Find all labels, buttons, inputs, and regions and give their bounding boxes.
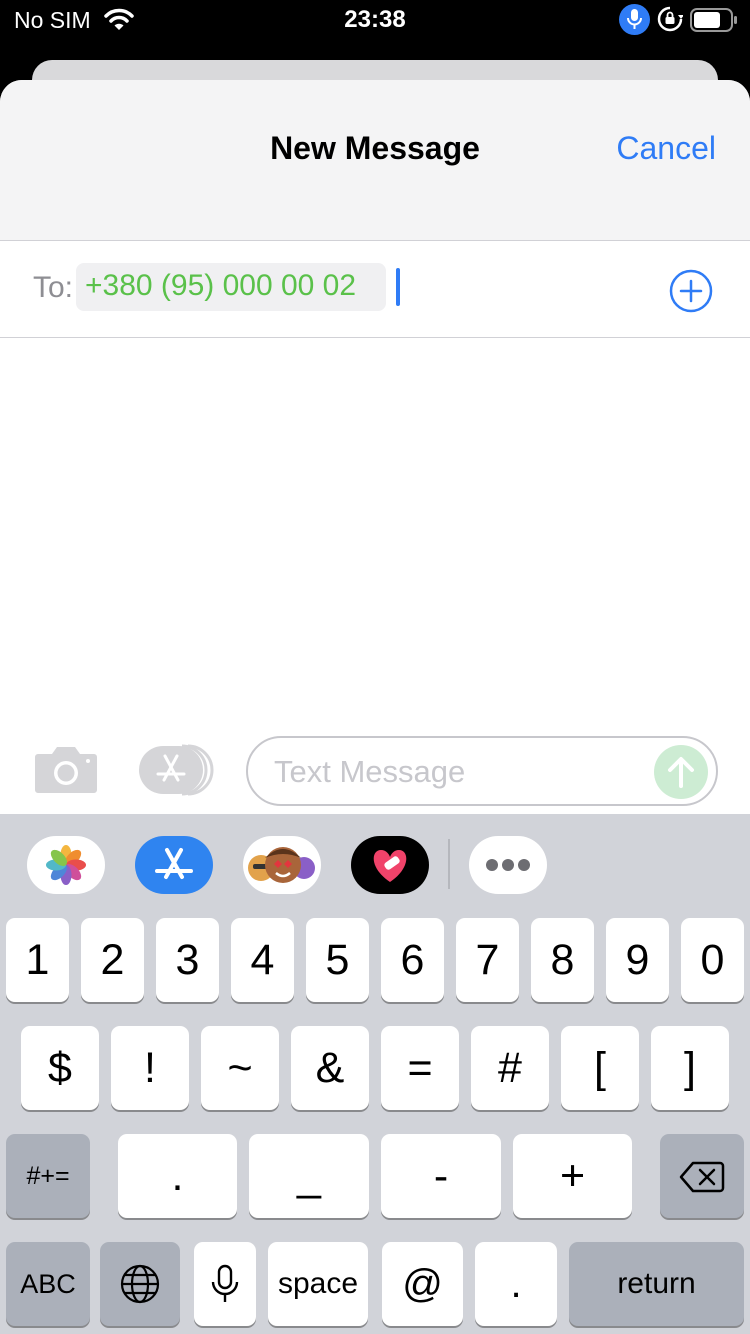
key-4[interactable]: 4 xyxy=(231,918,294,1002)
arrow-up-icon xyxy=(668,757,694,788)
key-equals[interactable]: = xyxy=(381,1026,459,1110)
message-placeholder: Text Message xyxy=(274,754,466,789)
globe-icon xyxy=(120,1264,160,1304)
key-plus[interactable]: + xyxy=(513,1134,632,1218)
key-5[interactable]: 5 xyxy=(306,918,369,1002)
key-dollar[interactable]: $ xyxy=(21,1026,99,1110)
send-button[interactable] xyxy=(654,745,708,799)
app-store-icon[interactable] xyxy=(135,836,213,894)
key-period[interactable]: . xyxy=(118,1134,237,1218)
key-2[interactable]: 2 xyxy=(81,918,144,1002)
abc-key[interactable]: ABC xyxy=(6,1242,90,1326)
cancel-button[interactable]: Cancel xyxy=(616,130,716,167)
to-label: To: xyxy=(33,271,74,304)
memoji-stickers-icon[interactable] xyxy=(243,836,321,894)
microphone-icon xyxy=(211,1264,239,1302)
key-9[interactable]: 9 xyxy=(606,918,669,1002)
text-cursor xyxy=(396,268,400,306)
return-key[interactable]: return xyxy=(569,1242,744,1326)
status-bar: No SIM 23:38 xyxy=(0,0,750,40)
imessage-app-strip xyxy=(0,814,750,914)
key-dot[interactable]: . xyxy=(475,1242,557,1326)
globe-key[interactable] xyxy=(100,1242,180,1326)
symbols-shift-key[interactable]: #+= xyxy=(6,1134,90,1218)
key-tilde[interactable]: ~ xyxy=(201,1026,279,1110)
dictation-key[interactable] xyxy=(194,1242,256,1326)
more-apps-icon[interactable] xyxy=(469,836,547,894)
add-contact-button[interactable] xyxy=(669,269,713,313)
space-key[interactable]: space xyxy=(268,1242,368,1326)
orientation-lock-icon xyxy=(657,6,683,32)
key-ampersand[interactable]: & xyxy=(291,1026,369,1110)
photos-app-icon[interactable] xyxy=(27,836,105,894)
app-strip-divider xyxy=(448,839,450,889)
key-7[interactable]: 7 xyxy=(456,918,519,1002)
key-1[interactable]: 1 xyxy=(6,918,69,1002)
key-hash[interactable]: # xyxy=(471,1026,549,1110)
recipient-row[interactable]: To: +380 (95) 000 00 02 xyxy=(0,241,750,338)
camera-button[interactable] xyxy=(34,744,98,794)
key-hyphen[interactable]: - xyxy=(381,1134,501,1218)
app-store-button[interactable] xyxy=(138,744,214,796)
navigation-bar: New Message Cancel xyxy=(0,80,750,241)
key-exclamation[interactable]: ! xyxy=(111,1026,189,1110)
key-at[interactable]: @ xyxy=(382,1242,463,1326)
key-right-bracket[interactable]: ] xyxy=(651,1026,729,1110)
keyboard: 1 2 3 4 5 6 7 8 9 0 $ ! ~ & = # [ ] #+= … xyxy=(0,814,750,1334)
key-underscore[interactable]: _ xyxy=(249,1134,369,1218)
recipient-chip[interactable]: +380 (95) 000 00 02 xyxy=(76,263,386,311)
microphone-icon xyxy=(619,4,650,35)
key-left-bracket[interactable]: [ xyxy=(561,1026,639,1110)
key-8[interactable]: 8 xyxy=(531,918,594,1002)
delete-backspace-icon xyxy=(679,1161,725,1193)
digital-touch-icon[interactable] xyxy=(351,836,429,894)
message-input[interactable]: Text Message xyxy=(246,736,718,806)
key-6[interactable]: 6 xyxy=(381,918,444,1002)
battery-icon xyxy=(690,8,737,32)
key-3[interactable]: 3 xyxy=(156,918,219,1002)
delete-key[interactable] xyxy=(660,1134,744,1218)
key-0[interactable]: 0 xyxy=(681,918,744,1002)
screen: No SIM 23:38 New Message Cancel To: +380… xyxy=(0,0,750,1334)
